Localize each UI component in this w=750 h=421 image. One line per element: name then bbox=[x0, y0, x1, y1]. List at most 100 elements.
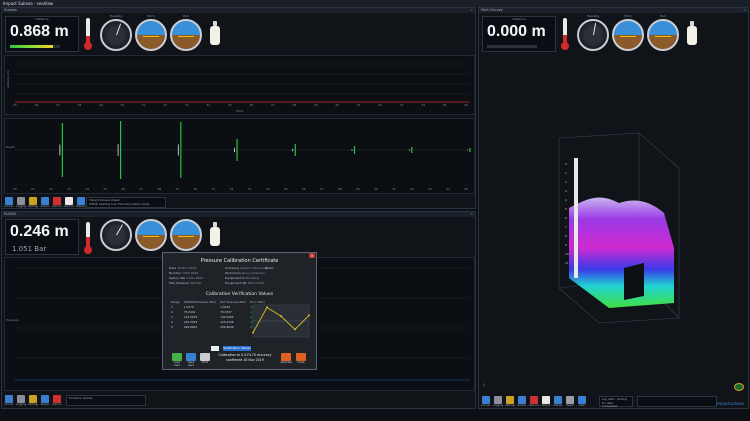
distance-value: 0.868 m bbox=[10, 23, 69, 40]
toolbar-button-connect[interactable]: Connect bbox=[481, 396, 491, 410]
tick-label: 25 bbox=[103, 187, 108, 191]
tick-label: 43 bbox=[428, 187, 432, 191]
toolbar-button-disconnect[interactable]: Disconnect bbox=[52, 197, 62, 211]
tick-label: 39 bbox=[355, 187, 360, 191]
pane-title: Subsea bbox=[4, 8, 17, 12]
tick-label: 31 bbox=[141, 103, 146, 107]
tick-label: 45 bbox=[464, 187, 468, 191]
toolbar-label: Display bbox=[76, 205, 86, 208]
tick-label: 26 bbox=[121, 187, 126, 191]
toolbar-button-connect[interactable]: Connect bbox=[4, 395, 14, 409]
toolbar-button-sensor[interactable]: Sensor bbox=[40, 395, 50, 409]
roll-gauge bbox=[170, 219, 202, 251]
load-cert-button[interactable]: Load Cert bbox=[171, 353, 183, 367]
tick-label: 36 bbox=[301, 187, 306, 191]
depth-tick: 6 bbox=[565, 216, 567, 220]
reset-icon bbox=[566, 396, 574, 404]
profile-plot: Depth 20 21 22 23 24 25 26 27 28 29 30 31 32 33 34 35 36… bbox=[4, 118, 475, 194]
thermometer-icon bbox=[84, 220, 92, 254]
distance-value: 0.000 m bbox=[487, 23, 546, 40]
toolbar-button-settings[interactable]: Settings bbox=[28, 197, 38, 211]
pane-title: Multi Survey bbox=[481, 8, 503, 12]
tick-label: 25 bbox=[13, 103, 17, 107]
verify-checkbox[interactable] bbox=[211, 346, 219, 351]
toolbar-label: Logging bbox=[16, 205, 26, 208]
toolbar-button-reset[interactable]: Reset bbox=[565, 396, 575, 410]
tick-label: 33 bbox=[184, 103, 189, 107]
pane-header: ISA500 × bbox=[2, 212, 475, 217]
toolbar-button-connect[interactable]: Connect bbox=[4, 197, 14, 211]
toolbar-button-logging[interactable]: Logging bbox=[16, 197, 26, 211]
toolbar-button-settings[interactable]: Settings bbox=[505, 396, 515, 410]
sensor-icon bbox=[41, 197, 49, 205]
calibration-dialog: × Pressure Calibration Certificate Date … bbox=[162, 252, 317, 370]
bottle-icon bbox=[687, 21, 697, 45]
error-point bbox=[294, 328, 296, 331]
tick-label: 33 bbox=[247, 187, 252, 191]
toolbar-label: Reset bbox=[566, 404, 574, 407]
settings-icon bbox=[506, 396, 514, 404]
3d-survey-view bbox=[558, 132, 680, 324]
toolbar-button-help[interactable]: Help bbox=[577, 396, 587, 410]
tick-label: 37 bbox=[319, 187, 324, 191]
tick-label: 40 bbox=[335, 103, 340, 107]
pitch-gauge bbox=[612, 19, 644, 51]
toolbar-button-display[interactable]: Display bbox=[76, 197, 86, 211]
status-box: Firmware update bbox=[66, 395, 146, 406]
tick-label: 40 bbox=[373, 187, 378, 191]
error-point bbox=[308, 314, 310, 317]
tick-label: 42 bbox=[410, 187, 414, 191]
pitch-label: Pitch bbox=[624, 14, 632, 18]
toolbar-label: Display bbox=[553, 404, 563, 407]
right-pane: Multi Survey × Distance 0.000 m Heading P… bbox=[478, 7, 749, 409]
bottle-icon bbox=[210, 222, 220, 246]
tick-label: 46 bbox=[464, 103, 468, 107]
toolbar-button-sensor[interactable]: Sensor bbox=[517, 396, 527, 410]
logging-icon bbox=[494, 396, 502, 404]
tick-label: 21 bbox=[31, 187, 35, 191]
save-cert-button[interactable]: Save Cert bbox=[185, 353, 197, 367]
toolbar-button-record[interactable]: Record bbox=[529, 396, 539, 410]
toolbar-button-output[interactable]: Output bbox=[541, 396, 551, 410]
altitude-plot: Altitude (m) 25 26 27 28 29 30 31 32 33 34 35 36 37 3… bbox=[4, 55, 475, 115]
heading-label: Heading bbox=[109, 14, 123, 18]
output-icon bbox=[542, 396, 550, 404]
disconnect-icon bbox=[53, 197, 61, 205]
toolbar-button-record[interactable]: Record bbox=[64, 197, 74, 211]
toolbar-button-settings[interactable]: Settings bbox=[28, 395, 38, 409]
toolbar-label: Disconnect bbox=[52, 205, 62, 208]
toolbar-button-sensor[interactable]: Sensor bbox=[40, 197, 50, 211]
tick-label: 30 bbox=[193, 187, 198, 191]
toolbar-label: Settings bbox=[505, 404, 515, 407]
left-bottom-toolbar: ConnectLoggingSettingsSensorDisconnect bbox=[4, 395, 62, 411]
close-icon[interactable]: × bbox=[743, 8, 746, 13]
print-button[interactable]: Print bbox=[199, 353, 211, 367]
tick-label: 36 bbox=[249, 103, 254, 107]
toolbar-button-disconnect[interactable]: Disconnect bbox=[52, 395, 62, 409]
toolbar-button-logging[interactable]: Logging bbox=[16, 395, 26, 409]
distance-readout: Distance 0.868 m bbox=[5, 16, 79, 52]
compass-icon[interactable] bbox=[734, 383, 744, 391]
close-dialog-button[interactable]: Close bbox=[295, 353, 307, 367]
depth-tick: 8 bbox=[565, 234, 567, 238]
tick-label: 28 bbox=[157, 187, 162, 191]
arrow-right-icon bbox=[296, 353, 306, 361]
toolbar-label: Settings bbox=[28, 205, 38, 208]
arrow-right-icon bbox=[281, 353, 291, 361]
close-icon[interactable]: × bbox=[470, 212, 473, 217]
toolbar-label: Logging bbox=[493, 404, 503, 407]
record-icon bbox=[65, 197, 73, 205]
tick-label: 23 bbox=[67, 187, 71, 191]
altitude-ylabel: Altitude (m) bbox=[6, 70, 10, 88]
toolbar-button-display[interactable]: Display bbox=[553, 396, 563, 410]
toolbar-button-logging[interactable]: Logging bbox=[493, 396, 503, 410]
verification-button[interactable]: Verification Values bbox=[223, 346, 251, 351]
display-icon bbox=[554, 396, 562, 404]
info-right: Company Impact Subsea Ltd Technician Jen… bbox=[225, 266, 269, 285]
tick-label: 39 bbox=[313, 103, 318, 107]
sensor-icon bbox=[41, 395, 49, 403]
close-icon[interactable]: × bbox=[470, 8, 473, 13]
tick-label: 41 bbox=[391, 187, 396, 191]
window-title: Impact Subsea - seaView bbox=[3, 1, 54, 6]
calibrate-button[interactable]: Calibrate bbox=[280, 353, 292, 367]
